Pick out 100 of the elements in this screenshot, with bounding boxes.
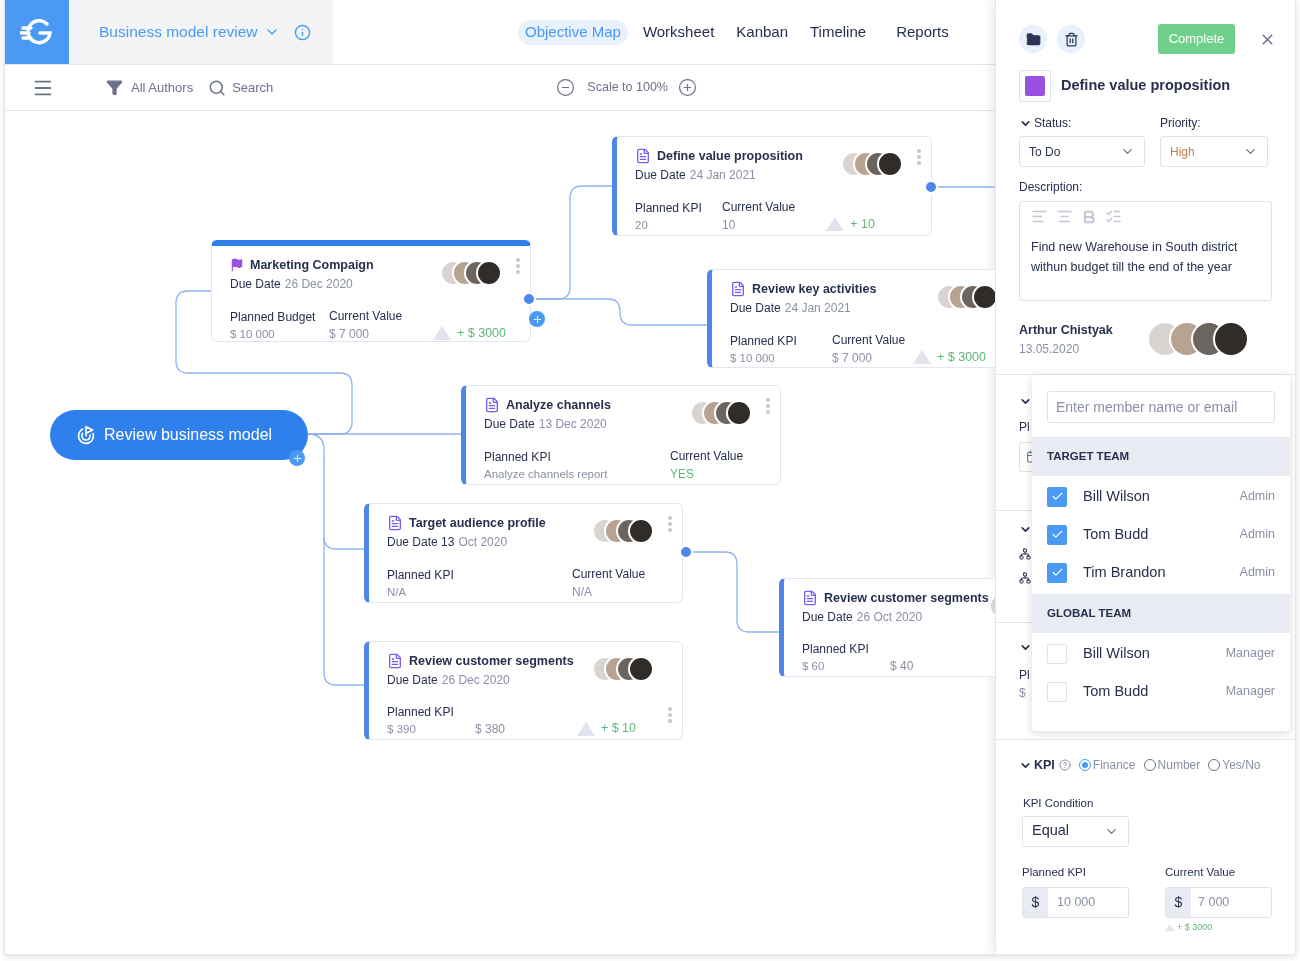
logo-tile[interactable]: [5, 0, 69, 64]
checkbox[interactable]: [1047, 562, 1067, 583]
field-value: $ 10 000: [230, 326, 276, 342]
member-row[interactable]: Tom Budd Manager: [1032, 672, 1290, 711]
checkbox[interactable]: [1047, 681, 1067, 702]
select-field[interactable]: To Do: [1019, 136, 1145, 167]
filter-icon[interactable]: [106, 79, 123, 96]
more-icon[interactable]: [668, 516, 672, 532]
field-value: $ 7 000: [329, 325, 371, 343]
more-icon[interactable]: [668, 707, 672, 723]
checkbox[interactable]: [1047, 486, 1067, 507]
move-button[interactable]: [1019, 25, 1047, 53]
current-value-field[interactable]: $ 7 000: [1165, 887, 1272, 918]
description-editor[interactable]: Find new Warehouse in South district withun budget till the end of the year: [1019, 201, 1272, 301]
filter-label[interactable]: All Authors: [131, 77, 194, 98]
field-value: 20: [635, 217, 649, 233]
checklist-icon[interactable]: [1105, 208, 1122, 225]
checkbox[interactable]: [1047, 643, 1067, 664]
member-row[interactable]: Tom Budd Admin: [1032, 515, 1290, 554]
task-card[interactable]: Define value proposition Due Date 24 Jan 2021 Planned KPI 20 Current Value 10 + 10: [612, 136, 932, 236]
field-label: Priority:: [1160, 115, 1202, 132]
scale-label[interactable]: Scale to 100%: [587, 78, 668, 97]
task-card[interactable]: Review customer segments Due Date 26 Oct 2020 Planned KPI $ 60 $ 40: [779, 578, 995, 677]
card-title: Review customer segments: [824, 590, 989, 607]
align-left-icon[interactable]: [1031, 208, 1048, 225]
card-title: Analyze channels: [506, 397, 611, 414]
more-icon[interactable]: [516, 258, 520, 274]
member-name: Tim Brandon: [1083, 562, 1166, 582]
author-date: 13.05.2020: [1019, 340, 1081, 358]
field-label: Status:: [1034, 115, 1072, 132]
document-icon: [802, 590, 818, 607]
due-date: 26 Dec 2020: [441, 671, 510, 689]
add-node-button[interactable]: [529, 311, 545, 327]
task-card[interactable]: Marketing Compaign Due Date 26 Dec 2020 Planned Budget $ 10 000 Current Value $ 7 000 + $ 3000: [211, 240, 531, 342]
due-date: 24 Jan 2021: [784, 299, 851, 317]
search-label[interactable]: Search: [232, 77, 274, 98]
member-search-field[interactable]: Enter member name or email: [1047, 390, 1275, 423]
section-title: KPI: [1034, 756, 1055, 774]
nav-tab[interactable]: Timeline: [803, 19, 874, 45]
currency-prefix: $: [1023, 888, 1048, 917]
field-label: Current Value: [572, 565, 646, 583]
search-icon[interactable]: [208, 78, 227, 97]
color-swatch[interactable]: [1019, 70, 1051, 102]
task-card[interactable]: Target audience profile Due Date 13 Oct 2020 Planned KPI N/A Current Value N/A: [364, 503, 683, 603]
zoom-out-icon[interactable]: [556, 78, 576, 97]
bold-icon[interactable]: [1081, 208, 1097, 225]
field-label: Current Value: [1165, 864, 1237, 880]
field-label: Planned KPI: [1022, 864, 1087, 880]
planned-kpi-field[interactable]: $ 10 000: [1022, 887, 1129, 918]
member-row[interactable]: Tim Brandon Admin: [1032, 553, 1290, 592]
delete-button[interactable]: [1057, 25, 1085, 53]
zoom-in-icon[interactable]: [677, 78, 697, 97]
field-label: Planned KPI: [484, 448, 552, 466]
field-label: Current Value: [832, 331, 906, 349]
plus-icon: [291, 452, 303, 464]
currency-prefix: $: [1166, 888, 1191, 917]
group-title: TARGET TEAM: [1047, 448, 1130, 464]
field-value: $ 390: [387, 721, 417, 737]
add-node-button[interactable]: [289, 450, 305, 466]
document-icon: [387, 515, 403, 532]
nav-tab[interactable]: Worksheet: [635, 19, 722, 45]
avatar: [476, 260, 502, 286]
info-icon[interactable]: [293, 23, 311, 41]
author-name: Arthur Chistyak: [1019, 322, 1114, 339]
document-icon: [484, 397, 500, 414]
card-title: Review key activities: [752, 281, 877, 298]
task-card[interactable]: Review customer segments Due Date 26 Dec 2020 Planned KPI $ 390 $ 380 + $ 10: [364, 641, 683, 740]
due-label: Due Date: [230, 275, 281, 293]
triangle-icon: [913, 350, 931, 365]
due-label: Due Date: [484, 415, 535, 433]
hierarchy-icon: [1019, 571, 1031, 584]
more-icon[interactable]: [766, 398, 770, 414]
member-name: Bill Wilson: [1083, 486, 1150, 506]
align-center-icon[interactable]: [1056, 208, 1073, 225]
field-label: Planned KPI: [387, 566, 455, 584]
more-icon[interactable]: [917, 149, 921, 165]
field-value: 10: [722, 216, 737, 234]
member-row[interactable]: Bill Wilson Admin: [1032, 477, 1290, 516]
task-card[interactable]: Review key activities Due Date 24 Jan 2021 Planned KPI $ 10 000 Current Value $ 7 000 + $ 3000: [707, 269, 995, 368]
description-text: Find new Warehouse in South district withun budget till the end of the year: [1031, 239, 1239, 276]
document-icon: [635, 148, 651, 165]
field-value: $ 380: [475, 721, 506, 738]
nav-tab[interactable]: Kanban: [729, 19, 795, 45]
field-label: Current Value: [670, 447, 744, 465]
field-label: Current Value: [329, 307, 403, 325]
checkbox[interactable]: [1047, 524, 1067, 545]
field-value: $ 60: [802, 658, 826, 674]
due-date: 24 Jan 2021: [689, 166, 756, 184]
goal-node[interactable]: Review business model: [50, 410, 308, 460]
task-title: Define value proposition: [1061, 76, 1231, 96]
delta-value: + $ 3000: [457, 325, 506, 342]
task-card[interactable]: Analyze channels Due Date 13 Dec 2020 Planned KPI Analyze channels report Current Value YES: [461, 385, 781, 485]
card-title: Marketing Compaign: [250, 257, 374, 274]
avatar: [628, 518, 654, 544]
field-label: Planned KPI: [387, 703, 455, 721]
select-field[interactable]: Equal: [1022, 815, 1129, 847]
delta-value: + $ 3000: [1177, 921, 1213, 934]
member-row[interactable]: Bill Wilson Manager: [1032, 634, 1290, 673]
nav-tab[interactable]: Reports: [889, 19, 956, 45]
triangle-icon: [433, 326, 451, 341]
